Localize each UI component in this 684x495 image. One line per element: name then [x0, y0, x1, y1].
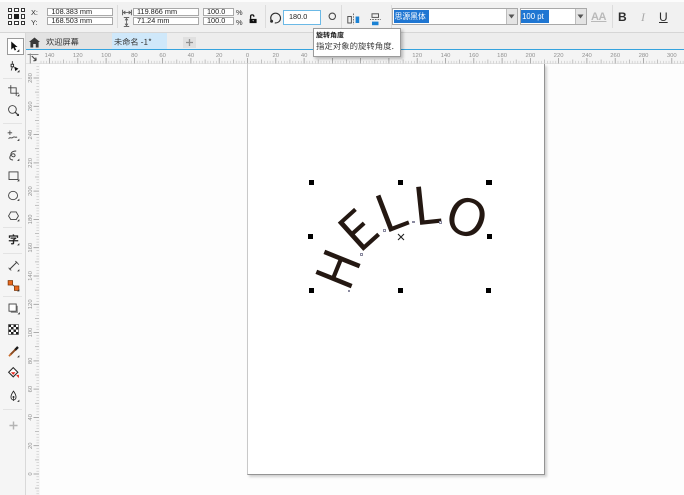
- svg-text:240: 240: [582, 53, 593, 59]
- svg-text:60: 60: [159, 53, 166, 59]
- svg-text:240: 240: [28, 128, 34, 139]
- svg-text:0: 0: [246, 53, 250, 59]
- svg-text:80: 80: [131, 53, 138, 59]
- svg-text:20: 20: [273, 53, 280, 59]
- svg-text:80: 80: [28, 356, 34, 363]
- svg-text:180: 180: [497, 53, 508, 59]
- svg-text:200: 200: [28, 185, 34, 196]
- svg-text:280: 280: [28, 72, 34, 83]
- svg-text:20: 20: [216, 53, 223, 59]
- svg-text:280: 280: [639, 53, 650, 59]
- svg-text:220: 220: [28, 157, 34, 168]
- svg-text:120: 120: [73, 53, 84, 59]
- svg-text:140: 140: [441, 53, 452, 59]
- svg-text:260: 260: [28, 100, 34, 111]
- svg-text:120: 120: [412, 53, 423, 59]
- svg-text:260: 260: [610, 53, 621, 59]
- svg-text:140: 140: [28, 270, 34, 281]
- svg-text:40: 40: [301, 53, 308, 59]
- svg-text:120: 120: [28, 298, 34, 309]
- svg-text:220: 220: [554, 53, 565, 59]
- svg-text:160: 160: [28, 242, 34, 253]
- svg-text:180: 180: [28, 213, 34, 224]
- svg-text:300: 300: [667, 53, 678, 59]
- svg-text:40: 40: [188, 53, 195, 59]
- svg-text:60: 60: [28, 385, 34, 392]
- svg-text:100: 100: [101, 53, 112, 59]
- svg-text:200: 200: [525, 53, 536, 59]
- svg-text:20: 20: [28, 441, 34, 448]
- svg-text:0: 0: [28, 471, 34, 475]
- svg-text:100: 100: [28, 326, 34, 337]
- svg-text:160: 160: [469, 53, 480, 59]
- svg-text:40: 40: [28, 413, 34, 420]
- svg-text:140: 140: [45, 53, 56, 59]
